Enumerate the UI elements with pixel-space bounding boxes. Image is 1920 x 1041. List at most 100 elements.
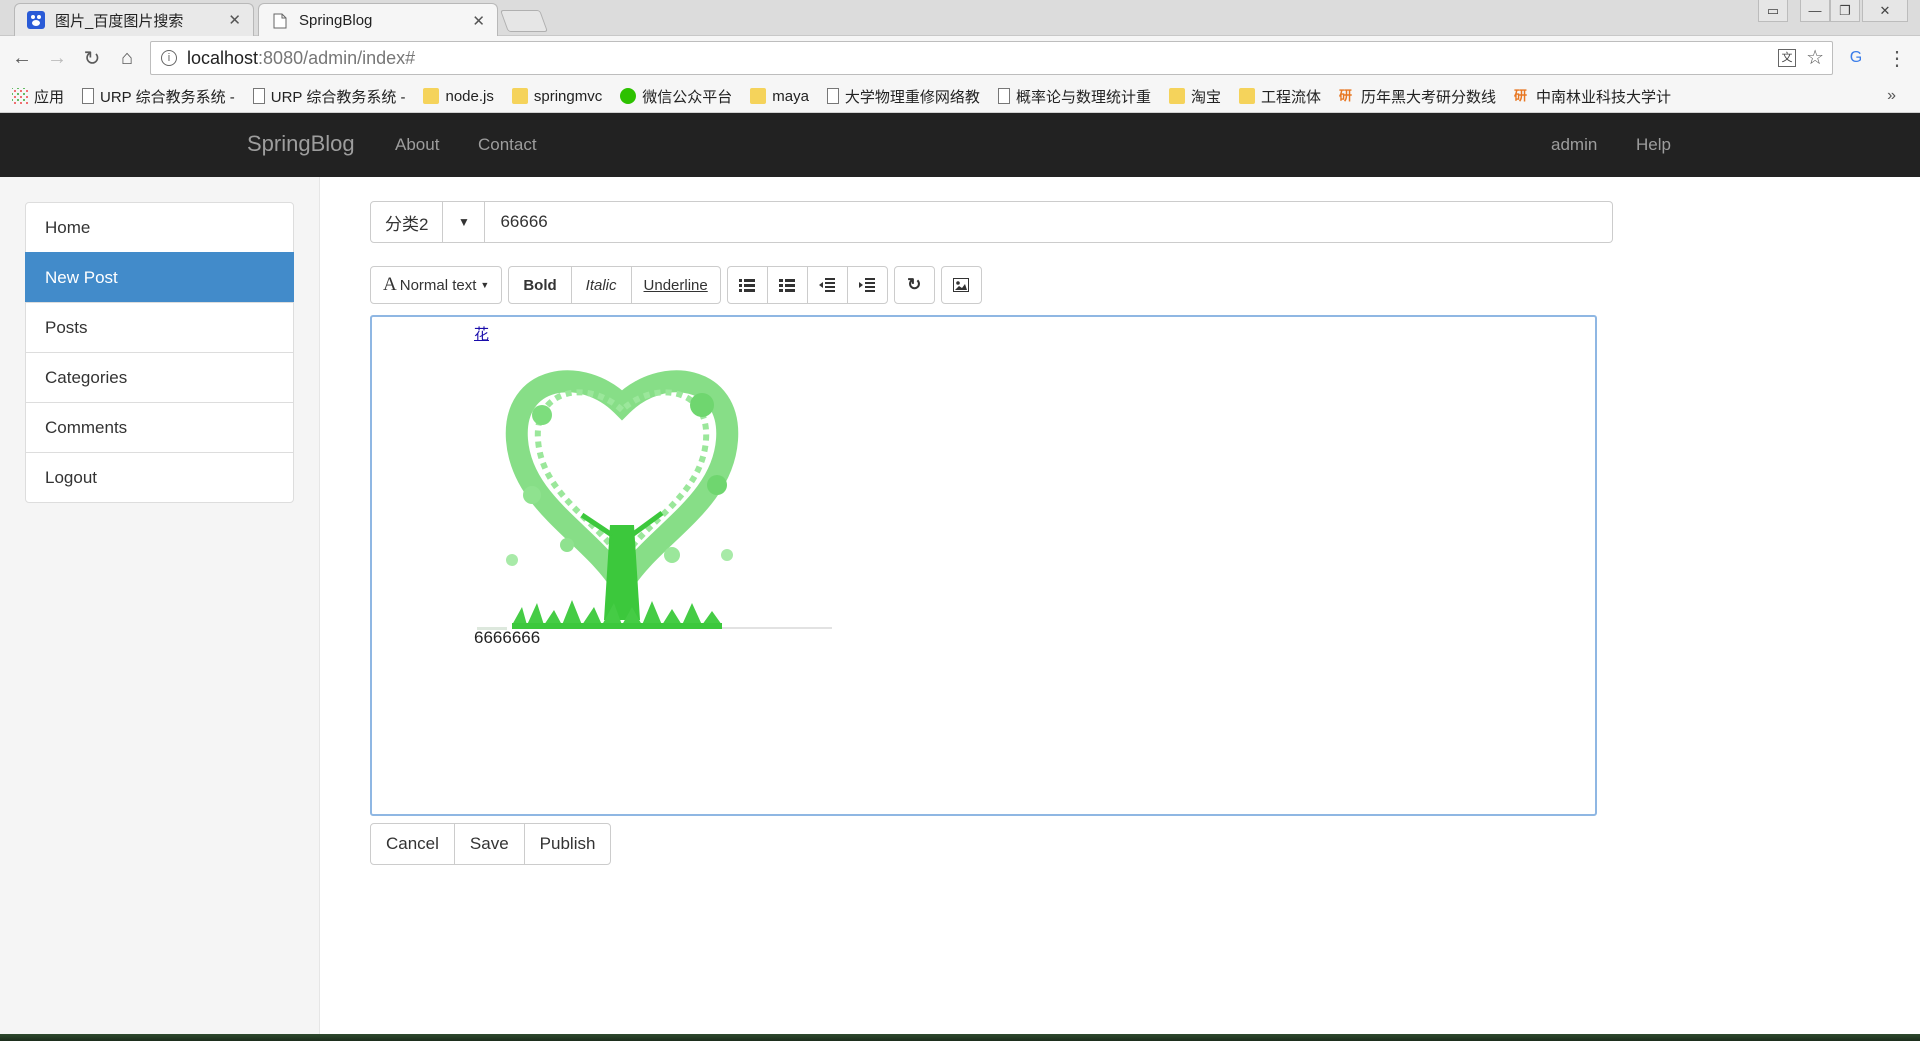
bookmark-label: maya <box>772 87 809 105</box>
unordered-list-button[interactable] <box>726 266 768 304</box>
post-title-input[interactable]: 66666 <box>485 201 1613 243</box>
wechat-icon <box>620 88 637 104</box>
editor-body-text: 6666666 <box>474 628 541 647</box>
save-button[interactable]: Save <box>453 823 525 865</box>
address-bar[interactable]: i localhost:8080/admin/index# 文 ☆ <box>150 41 1833 75</box>
translate-icon[interactable]: 文 <box>1778 49 1796 67</box>
bookmark-label: URP 综合教务系统 - <box>270 88 406 106</box>
cancel-button[interactable]: Cancel <box>370 823 455 865</box>
inserted-image[interactable] <box>472 345 837 650</box>
caret-down-icon: ▼ <box>480 280 490 290</box>
bookmark-label: 微信公众平台 <box>642 88 733 106</box>
more-bookmarks-icon[interactable]: » <box>1887 87 1896 105</box>
yan-icon: 研 <box>1514 88 1528 103</box>
apps-icon <box>12 88 28 104</box>
close-tab-icon[interactable]: ✕ <box>472 12 485 30</box>
tab-title: SpringBlog <box>299 12 373 29</box>
info-icon: i <box>161 50 177 66</box>
sidebar-item-categories[interactable]: Categories <box>25 352 294 403</box>
editor-link[interactable]: 花 <box>474 323 489 344</box>
bookmark-folder[interactable]: 工程流体 <box>1238 86 1321 107</box>
folder-icon <box>511 88 528 104</box>
ordered-list-button[interactable] <box>766 266 808 304</box>
nav-about[interactable]: About <box>395 135 439 155</box>
sidebar-item-logout[interactable]: Logout <box>25 452 294 503</box>
italic-button[interactable]: Italic <box>570 266 632 304</box>
bookmark-folder[interactable]: springmvc <box>511 87 603 105</box>
page-icon <box>997 88 1010 104</box>
baidu-paw-icon <box>27 11 45 29</box>
bookmark-label: springmvc <box>533 87 603 105</box>
sidebar-item-new-post[interactable]: New Post <box>25 252 294 303</box>
bookmark-apps[interactable]: 应用 <box>12 86 64 107</box>
brand-link[interactable]: SpringBlog <box>247 131 355 157</box>
page-icon <box>826 88 839 104</box>
bookmark-folder[interactable]: maya <box>750 88 809 105</box>
list-ul-icon <box>739 279 756 292</box>
sidebar-item-posts[interactable]: Posts <box>25 302 294 353</box>
nav-contact[interactable]: Contact <box>478 135 537 155</box>
bookmark-item[interactable]: 微信公众平台 <box>620 86 732 107</box>
bookmark-label: 淘宝 <box>1190 88 1221 106</box>
sidebar-menu: Home New Post Posts Categories Comments … <box>25 202 294 503</box>
bookmark-item[interactable]: URP 综合教务系统 - <box>82 86 235 107</box>
insert-image-button[interactable] <box>940 266 982 304</box>
forward-icon[interactable]: → <box>43 44 71 72</box>
close-window-icon[interactable]: ✕ <box>1862 0 1908 22</box>
home-icon[interactable]: ⌂ <box>113 44 141 72</box>
outdent-icon <box>819 278 836 292</box>
page-icon <box>252 88 265 104</box>
bookmark-folder[interactable]: node.js <box>423 87 494 105</box>
bookmark-item[interactable]: 研历年黑大考研分数线 <box>1339 86 1496 107</box>
bookmark-folder[interactable]: 淘宝 <box>1168 86 1221 107</box>
browser-tab-baidu[interactable]: 图片_百度图片搜索 ✕ <box>14 3 254 36</box>
reload-icon[interactable]: ↻ <box>78 44 106 72</box>
folder-icon <box>750 88 767 104</box>
nav-help[interactable]: Help <box>1636 135 1671 155</box>
bookmark-label: 概率论与数理统计重 <box>1015 88 1151 106</box>
caret-down-icon: ▼ <box>458 215 470 229</box>
sidebar-item-comments[interactable]: Comments <box>25 402 294 453</box>
bold-button[interactable]: Bold <box>508 266 572 304</box>
yan-icon: 研 <box>1338 88 1352 103</box>
bookmark-item[interactable]: 大学物理重修网络教 <box>826 86 980 107</box>
underline-button[interactable]: Underline <box>630 266 721 304</box>
bookmark-label: 历年黑大考研分数线 <box>1360 88 1496 106</box>
bookmark-label: node.js <box>445 87 494 105</box>
indent-button[interactable] <box>846 266 888 304</box>
format-dropdown-button[interactable]: A Normal text ▼ <box>370 266 503 304</box>
restore-icon[interactable]: ❐ <box>1830 0 1860 22</box>
bookmark-label: URP 综合教务系统 - <box>100 88 235 106</box>
sidebar-item-home[interactable]: Home <box>25 202 294 253</box>
new-tab-button[interactable] <box>499 10 549 32</box>
star-icon[interactable]: ☆ <box>1806 45 1824 70</box>
profile-icon[interactable]: ▭ <box>1758 0 1788 22</box>
undo-button[interactable]: ↻ <box>893 266 935 304</box>
back-icon[interactable]: ← <box>8 44 36 72</box>
outdent-button[interactable] <box>806 266 848 304</box>
bookmark-item[interactable]: URP 综合教务系统 - <box>252 86 406 107</box>
bookmark-label: 大学物理重修网络教 <box>844 88 980 106</box>
translate-extension-icon[interactable]: G <box>1842 44 1870 72</box>
minimize-icon[interactable]: — <box>1800 0 1830 22</box>
category-dropdown-toggle[interactable]: ▼ <box>443 201 486 243</box>
publish-button[interactable]: Publish <box>523 823 612 865</box>
close-tab-icon[interactable]: ✕ <box>228 11 241 29</box>
post-actions: Cancel Save Publish <box>370 823 612 865</box>
post-header-group: 分类2 ▼ 66666 <box>370 201 1613 243</box>
app-navbar: SpringBlog About Contact admin Help <box>0 113 1920 177</box>
folder-icon <box>1238 88 1255 104</box>
browser-toolbar: ← → ↻ ⌂ i localhost:8080/admin/index# 文 … <box>0 36 1920 80</box>
rich-text-editor[interactable]: 花 6666666 <box>370 315 1597 816</box>
tab-title: 图片_百度图片搜索 <box>55 12 184 30</box>
nav-admin[interactable]: admin <box>1551 135 1597 155</box>
bookmark-item[interactable]: 研中南林业科技大学计 <box>1514 86 1671 107</box>
menu-icon[interactable]: ⋮ <box>1883 44 1911 72</box>
page-icon <box>82 88 95 104</box>
bookmark-item[interactable]: 概率论与数理统计重 <box>997 86 1151 107</box>
image-icon <box>953 278 970 292</box>
list-ol-icon <box>779 279 796 292</box>
category-button[interactable]: 分类2 <box>370 201 444 243</box>
browser-tab-springblog[interactable]: SpringBlog ✕ <box>258 3 498 37</box>
bookmark-label: 中南林业科技大学计 <box>1536 88 1672 106</box>
